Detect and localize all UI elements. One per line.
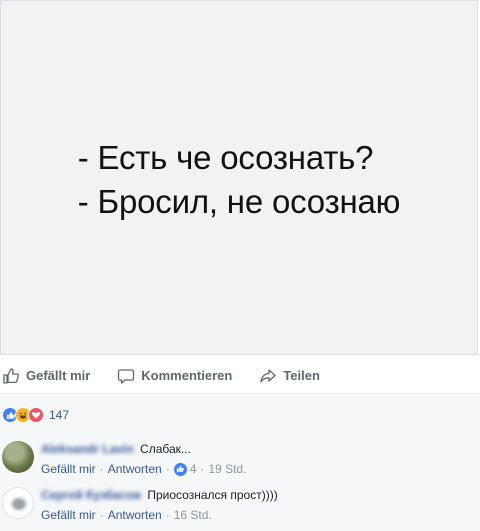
comment-item: Сергей Кузбасов Приосознался прост)))) G…: [0, 481, 480, 527]
like-button[interactable]: Gefällt mir: [2, 367, 90, 385]
share-button[interactable]: Teilen: [259, 367, 320, 385]
comment-like-count[interactable]: 4: [190, 461, 197, 477]
post-image[interactable]: - Есть че осознать? - Бросил, не осознаю: [0, 0, 478, 355]
thumbs-up-icon: [2, 367, 20, 385]
reactions-summary[interactable]: 147: [0, 395, 480, 435]
comment-like-link[interactable]: Gefällt mir: [41, 461, 96, 477]
avatar[interactable]: [2, 441, 34, 473]
reaction-icons: [2, 407, 44, 423]
share-label: Teilen: [283, 368, 320, 383]
separator-dot: ·: [165, 508, 170, 522]
separator-dot: ·: [99, 508, 104, 522]
comment-reply-link[interactable]: Antworten: [108, 461, 162, 477]
comment-author[interactable]: Сергей Кузбасов: [41, 487, 141, 503]
comment-reply-link[interactable]: Antworten: [108, 507, 162, 523]
comment-like-link[interactable]: Gefällt mir: [41, 507, 96, 523]
separator-dot: ·: [200, 462, 205, 476]
separator-dot: ·: [165, 462, 170, 476]
comment-timestamp[interactable]: 19 Std.: [208, 461, 246, 477]
comment-button[interactable]: Kommentieren: [117, 353, 232, 399]
speech-bubble-icon: [117, 367, 135, 385]
post-image-text: - Есть че осознать? - Бросил, не осознаю: [77, 136, 401, 224]
avatar[interactable]: [2, 487, 34, 519]
post-action-bar: Gefällt mir Kommentieren Teilen: [0, 358, 480, 394]
share-arrow-icon: [259, 367, 277, 385]
comment-text: Слабак...: [140, 442, 191, 456]
like-count-icon: [173, 462, 187, 476]
comment-label: Kommentieren: [141, 368, 233, 383]
comment-author[interactable]: Aleksandr Lavin: [41, 441, 134, 457]
comment-item: Aleksandr Lavin Слабак... Gefällt mir · …: [0, 435, 480, 481]
love-reaction-icon: [28, 407, 44, 423]
separator-dot: ·: [99, 462, 104, 476]
reaction-count[interactable]: 147: [49, 408, 69, 422]
meme-line-2: - Бросил, не осознаю: [77, 182, 401, 220]
meme-line-1: - Есть че осознать?: [77, 138, 374, 176]
like-label: Gefällt mir: [26, 368, 91, 383]
comment-text: Приосознался прост)))): [147, 488, 278, 502]
comment-timestamp[interactable]: 16 Std.: [174, 507, 212, 523]
comments-section: Aleksandr Lavin Слабак... Gefällt mir · …: [0, 435, 480, 531]
